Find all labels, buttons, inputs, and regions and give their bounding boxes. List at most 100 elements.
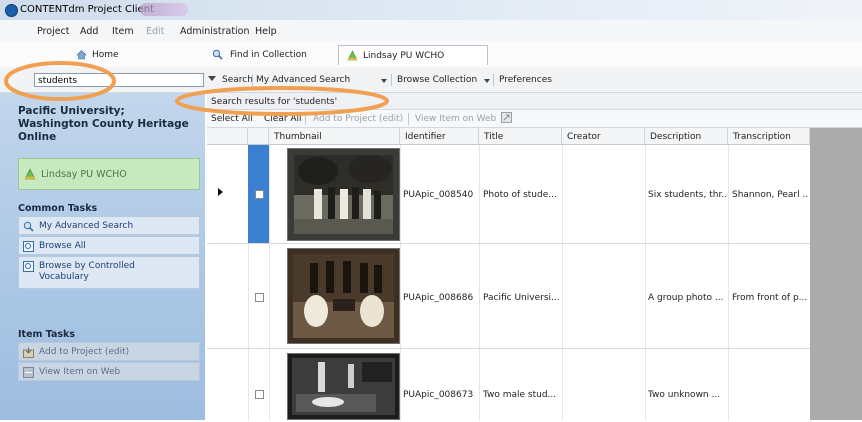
column-header-checkbox [248, 128, 269, 145]
sidebar-item-browse-vocabulary[interactable]: Browse by Controlled Vocabulary [18, 256, 200, 289]
collection-item[interactable]: Lindsay PU WCHO [18, 158, 200, 190]
results-toolbar: Select All Clear All Add to Project (edi… [207, 110, 862, 128]
menu-add[interactable]: Add [80, 26, 98, 37]
collection-name: Pacific University; Washington County He… [18, 105, 189, 143]
search-row: Search My Advanced Search Browse Collect… [0, 67, 862, 93]
row-thumbnail[interactable] [287, 353, 400, 420]
column-header-transcription[interactable]: Transcription [728, 128, 810, 145]
column-header-label: Title [484, 132, 504, 142]
grid-line [269, 145, 270, 420]
preferences-button[interactable]: Preferences [499, 75, 552, 85]
sidebar-item-add-to-project[interactable]: Add to Project (edit) [18, 342, 200, 361]
tab-home[interactable]: Home [70, 45, 160, 64]
column-header-thumbnail[interactable]: Thumbnail [269, 128, 400, 145]
sidebar-item-label: Add to Project (edit) [39, 347, 130, 357]
grid-line [645, 145, 646, 420]
column-header-creator[interactable]: Creator [562, 128, 645, 145]
chevron-down-icon[interactable] [381, 79, 387, 83]
add-to-project-button[interactable]: Add to Project (edit) [313, 114, 403, 124]
sidebar-item-label: Browse by Controlled Vocabulary [39, 261, 135, 282]
grid-empty-area [810, 128, 862, 420]
search-dropdown-icon[interactable] [208, 76, 216, 81]
add-project-icon [23, 347, 34, 358]
row-thumbnail[interactable] [287, 248, 400, 344]
sidebar-item-browse-all[interactable]: Browse All [18, 236, 200, 255]
sidebar-item-advanced-search[interactable]: My Advanced Search [18, 216, 200, 235]
grid-line [562, 145, 563, 420]
results-header: Search results for 'students' [207, 93, 862, 110]
home-icon [76, 49, 87, 60]
common-tasks-heading: Common Tasks [18, 203, 98, 214]
menu-item[interactable]: Item [112, 26, 134, 37]
menu-edit[interactable]: Edit [146, 26, 164, 37]
sidebar: Pacific University; Washington County He… [0, 93, 205, 420]
web-icon [23, 367, 34, 378]
separator [493, 74, 494, 86]
tab-row: Home Find in Collection Lindsay PU WCHO [0, 41, 862, 67]
column-header-label: Creator [567, 132, 601, 142]
search-button[interactable]: Search [222, 75, 253, 85]
row-title: Two male stud... [483, 390, 557, 400]
column-header-identifier[interactable]: Identifier [400, 128, 479, 145]
grid-line [728, 145, 729, 420]
row-description: A group photo ... [648, 293, 724, 303]
tab-find-in-collection[interactable]: Find in Collection [210, 45, 320, 64]
menu-help[interactable]: Help [255, 26, 277, 37]
search-icon [23, 221, 34, 232]
item-tasks-heading: Item Tasks [18, 329, 76, 340]
column-header-description[interactable]: Description [645, 128, 728, 145]
separator [305, 113, 306, 125]
tab-find-label: Find in Collection [230, 50, 307, 60]
sidebar-item-label: My Advanced Search [39, 221, 134, 231]
column-header-indicator [207, 128, 248, 145]
chevron-down-icon[interactable] [484, 79, 490, 83]
sidebar-item-view-on-web[interactable]: View Item on Web [18, 362, 200, 381]
tab-collection[interactable]: Lindsay PU WCHO [338, 45, 488, 65]
web-icon[interactable] [501, 112, 512, 126]
collection-icon [24, 168, 36, 183]
menu-administration[interactable]: Administration [180, 26, 250, 37]
separator [391, 74, 392, 86]
vocabulary-icon [23, 261, 34, 272]
browse-icon [23, 241, 34, 252]
row-description: Six students, thr... [648, 190, 727, 200]
tab-collection-label: Lindsay PU WCHO [363, 51, 445, 61]
row-thumbnail[interactable] [287, 148, 400, 241]
row-title: Pacific Universi... [483, 293, 560, 303]
current-row-arrow-icon [218, 188, 223, 196]
search-input[interactable] [38, 74, 188, 88]
find-icon [212, 49, 223, 60]
browse-collection-button[interactable]: Browse Collection [397, 75, 477, 85]
menu-bar: Project Add Item Edit Administration Hel… [0, 20, 862, 42]
row-checkbox[interactable] [255, 293, 264, 302]
clear-all-button[interactable]: Clear All [264, 114, 302, 124]
separator [408, 113, 409, 125]
photo-students-icon [288, 149, 399, 240]
row-title: Photo of stude... [483, 190, 557, 200]
photo-group-icon [288, 249, 399, 343]
window-title: CONTENTdm Project Client [20, 4, 154, 15]
separator [252, 74, 253, 86]
row-identifier: PUApic_008686 [403, 293, 474, 303]
tab-home-label: Home [92, 50, 119, 60]
menu-project[interactable]: Project [37, 26, 70, 37]
search-input-container[interactable] [34, 73, 204, 88]
grid-line [207, 243, 810, 244]
obscured-region [140, 3, 188, 16]
column-header-label: Transcription [733, 132, 791, 142]
row-checkbox[interactable] [255, 390, 264, 399]
row-identifier: PUApic_008673 [403, 390, 474, 400]
app-icon [5, 4, 18, 17]
row-checkbox[interactable] [255, 190, 264, 199]
column-header-title[interactable]: Title [479, 128, 562, 145]
select-all-button[interactable]: Select All [211, 114, 253, 124]
advanced-search-button[interactable]: My Advanced Search [256, 75, 350, 85]
grid-line [479, 145, 480, 420]
results-title: Search results for 'students' [211, 97, 338, 107]
view-on-web-button[interactable]: View Item on Web [415, 114, 496, 124]
title-bar: CONTENTdm Project Client [0, 0, 862, 20]
column-header-label: Description [650, 132, 702, 142]
results-grid: Thumbnail Identifier Title Creator Descr… [207, 128, 862, 420]
grid-line [400, 145, 401, 420]
collection-icon [347, 50, 358, 61]
